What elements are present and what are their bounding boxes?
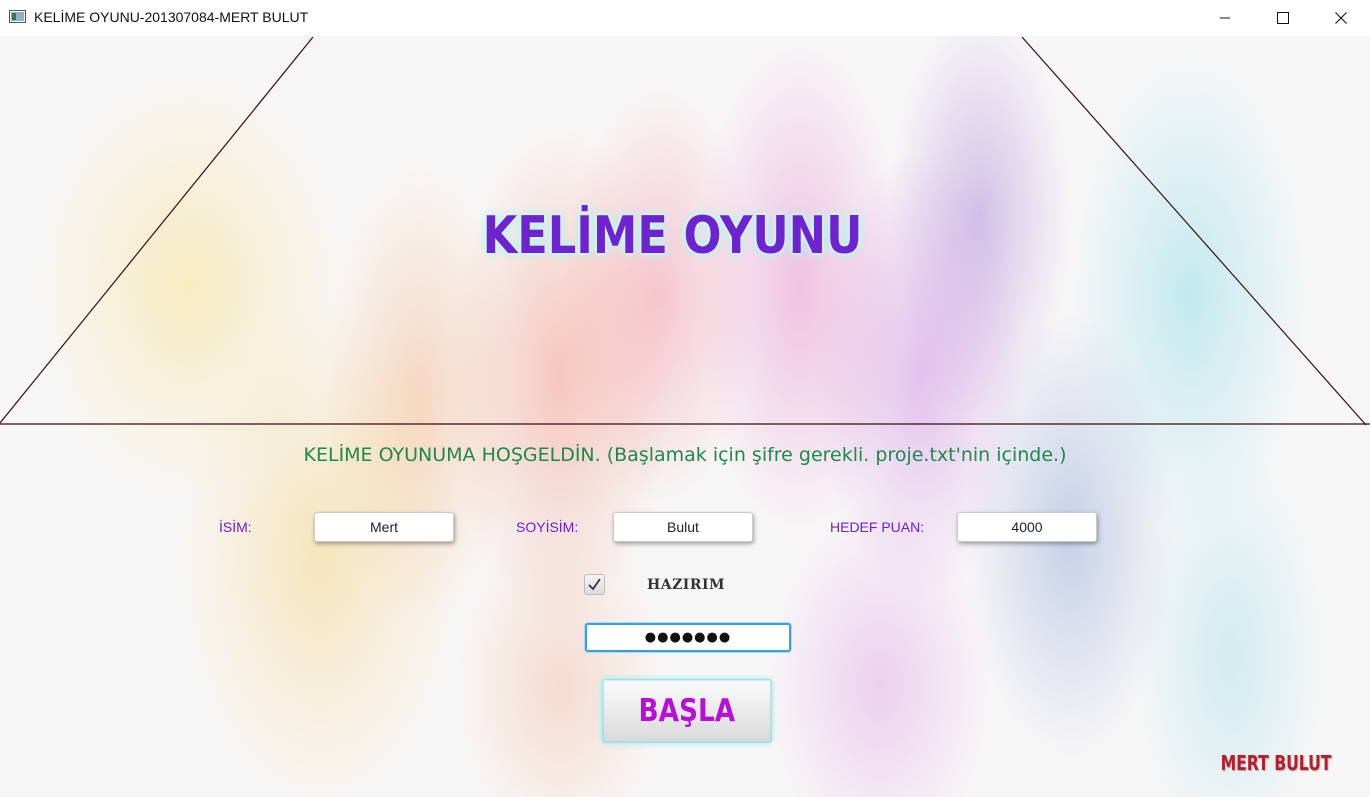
title-bar[interactable]: KELİME OYUNU-201307084-MERT BULUT	[0, 0, 1370, 36]
hedef-puan-label: HEDEF PUAN:	[830, 519, 925, 535]
isim-label: İSİM:	[219, 519, 252, 535]
minimize-button[interactable]	[1196, 0, 1254, 36]
app-window: KELİME OYUNU-201307084-MERT BULUT KELİME…	[0, 0, 1370, 797]
isim-field[interactable]: Mert	[314, 512, 454, 542]
game-title: KELİME OYUNU	[482, 206, 863, 266]
game-panel: KELİME OYUNU KELİME OYUNUMA HOŞGELDİN. (…	[0, 36, 1370, 797]
close-icon	[1335, 12, 1347, 24]
ready-checkbox-label[interactable]: HAZIRIM	[647, 577, 725, 593]
password-field[interactable]: ●●●●●●●	[585, 623, 791, 652]
window-title: KELİME OYUNU-201307084-MERT BULUT	[34, 9, 309, 25]
maximize-button[interactable]	[1254, 0, 1312, 36]
left-diagonal-line	[0, 36, 314, 424]
start-button-label: BAŞLA	[638, 693, 736, 729]
ready-checkbox[interactable]	[584, 574, 605, 595]
soyisim-label: SOYİSİM:	[516, 519, 579, 535]
close-button[interactable]	[1312, 0, 1370, 36]
hedef-puan-field[interactable]: 4000	[957, 512, 1097, 542]
author-signature: MERT BULUT	[1205, 751, 1332, 775]
app-window-icon	[9, 10, 26, 23]
right-diagonal-line	[1021, 36, 1367, 426]
soyisim-field[interactable]: Bulut	[613, 512, 753, 542]
maximize-icon	[1277, 12, 1289, 24]
checkmark-icon	[588, 578, 601, 591]
start-button[interactable]: BAŞLA	[602, 679, 772, 743]
welcome-message: KELİME OYUNUMA HOŞGELDİN. (Başlamak için…	[303, 444, 1067, 466]
author-signature-text: MERT BULUT	[1220, 751, 1332, 775]
minimize-icon	[1220, 17, 1230, 19]
